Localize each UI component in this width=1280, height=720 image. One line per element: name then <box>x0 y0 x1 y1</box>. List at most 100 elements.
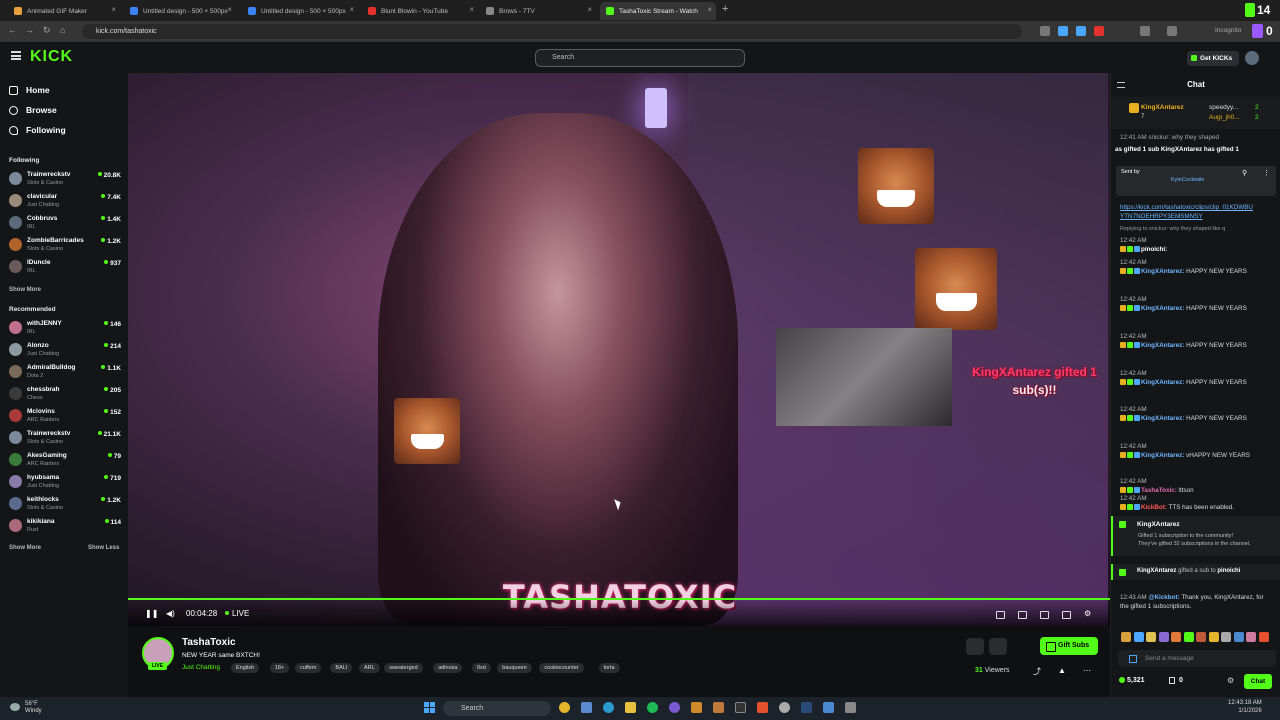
address-bar[interactable]: kick.com/tashatoxic <box>82 24 1022 39</box>
get-kicks-button[interactable]: Get KICKs <box>1187 51 1239 66</box>
show-less-button[interactable]: Show Less <box>88 545 119 551</box>
incognito-badge[interactable]: 0 <box>1252 23 1273 39</box>
follow-heart-button[interactable] <box>989 638 1007 655</box>
back-icon[interactable]: ← <box>8 25 17 35</box>
sidebar-channel-item[interactable]: ZombieBarricades Slots & Casino 1.2K <box>9 235 121 255</box>
browser-tab[interactable]: Untitled design - 500 × 500px × <box>242 2 358 20</box>
browser-tab[interactable]: Blunt Blowin - YouTube × <box>362 2 478 20</box>
sidebar-channel-item[interactable]: Trainwreckstv Slots & Casino 20.8K <box>9 169 121 189</box>
app-icon[interactable] <box>779 702 790 713</box>
app-icon[interactable] <box>581 702 592 713</box>
close-tab-icon[interactable]: × <box>707 5 712 14</box>
kick-logo[interactable]: KICK <box>30 48 73 66</box>
folder-icon[interactable] <box>625 702 636 713</box>
extension-icon[interactable] <box>1040 26 1050 36</box>
search-input[interactable]: Search <box>535 49 745 67</box>
emote-icon[interactable] <box>1258 632 1269 642</box>
pause-icon[interactable]: ❚❚ <box>145 609 158 618</box>
show-more-button[interactable]: Show More <box>9 287 41 293</box>
sidebar-item-following[interactable]: Following <box>9 125 66 135</box>
app-icon[interactable] <box>713 702 724 713</box>
fullscreen-icon[interactable] <box>1062 611 1071 619</box>
stream-tag[interactable]: torta <box>598 663 620 673</box>
sidebar-channel-item[interactable]: withJENNY IRL 146 <box>9 318 121 338</box>
streamer-name[interactable]: TashaToxic <box>182 637 236 648</box>
app-icon[interactable] <box>823 702 834 713</box>
stream-tag[interactable]: English <box>231 663 260 673</box>
message-username[interactable]: KingXAntarez: <box>1141 268 1184 275</box>
sidebar-channel-item[interactable]: clavicular Just Chatting 7.4K <box>9 191 121 211</box>
message-username[interactable]: KingXAntarez: <box>1141 415 1184 422</box>
sidebar-channel-item[interactable]: IDuncle IRL 937 <box>9 257 121 277</box>
chat-settings-icon[interactable]: ⚙ <box>1227 676 1234 685</box>
close-tab-icon[interactable]: × <box>469 5 474 14</box>
message-username[interactable]: KingXAntarez: <box>1141 379 1184 386</box>
avatar[interactable] <box>1245 51 1259 65</box>
emote-icon[interactable] <box>1158 632 1169 642</box>
chat-message-input[interactable]: Send a message <box>1118 650 1276 667</box>
spotify-icon[interactable] <box>647 702 658 713</box>
sidebar-channel-item[interactable]: kikikiana Rust 114 <box>9 516 121 536</box>
sidebar-channel-item[interactable]: AdmiralBulldog Dota 2 1.1K <box>9 362 121 382</box>
close-tab-icon[interactable]: × <box>587 5 592 14</box>
incognito-label[interactable]: Incognito <box>1215 27 1241 34</box>
system-clock[interactable]: 12:43:18 AM 1/1/2026 <box>1228 700 1262 716</box>
pin-icon[interactable]: ⚲ <box>1242 169 1247 177</box>
stream-tag[interactable]: BALI <box>330 663 353 673</box>
download-icon[interactable] <box>1167 26 1177 36</box>
extension-icon[interactable] <box>1140 26 1150 36</box>
sidebar-channel-item[interactable]: chessbrah Chess 205 <box>9 384 121 404</box>
stream-category[interactable]: Just Chatting <box>182 664 220 671</box>
brave-icon[interactable] <box>757 702 768 713</box>
gift-subs-button[interactable]: Gift Subs <box>1040 637 1098 655</box>
browser-tab-active[interactable]: TashaToxic Stream - Watch × <box>600 2 716 20</box>
more-icon[interactable]: ⋯ <box>1083 666 1091 675</box>
close-tab-icon[interactable]: × <box>111 5 116 14</box>
emote-icon[interactable] <box>1233 632 1244 642</box>
message-username[interactable]: KingXAntarez: <box>1141 452 1184 459</box>
sidebar-channel-item[interactable]: keithlocks Slots & Casino 1.2K <box>9 494 121 514</box>
taskbar-search[interactable]: Search <box>443 701 551 716</box>
close-tab-icon[interactable]: × <box>227 5 232 14</box>
extension-icon[interactable] <box>1076 26 1086 36</box>
emote-icon[interactable] <box>1171 632 1181 642</box>
stream-tag[interactable]: cuffem <box>295 663 322 673</box>
stream-tag[interactable]: bauqueen <box>497 663 532 673</box>
forward-icon[interactable]: → <box>25 25 34 35</box>
home-icon[interactable]: ⌂ <box>60 25 65 35</box>
pip-icon[interactable] <box>1040 611 1049 619</box>
new-tab-button[interactable]: + <box>722 3 728 15</box>
emote-icon[interactable] <box>1196 632 1206 642</box>
close-tab-icon[interactable]: × <box>349 5 354 14</box>
chat-send-button[interactable]: Chat <box>1244 674 1272 689</box>
show-more-button[interactable]: Show More <box>9 545 41 551</box>
edge-icon[interactable] <box>603 702 614 713</box>
emote-icon[interactable] <box>1208 632 1219 642</box>
share-icon[interactable]: ⤴ <box>1033 666 1041 677</box>
chat-link[interactable]: https://kick.com/tashatoxic/clips/clip_0… <box>1120 203 1272 221</box>
sidebar-item-home[interactable]: Home <box>9 85 50 95</box>
extension-icon[interactable] <box>1094 26 1104 36</box>
extension-icon[interactable] <box>1058 26 1068 36</box>
emote-picker-icon[interactable] <box>1129 655 1137 663</box>
report-icon[interactable]: ▲ <box>1058 666 1066 675</box>
sidebar-channel-item[interactable]: Alonzo Just Chatting 214 <box>9 340 121 360</box>
clip-icon[interactable] <box>996 611 1005 619</box>
weather-widget[interactable]: 58°F Windy <box>25 701 42 715</box>
emote-icon[interactable] <box>1221 632 1231 642</box>
start-icon[interactable] <box>424 702 435 713</box>
app-icon[interactable] <box>691 702 702 713</box>
theater-icon[interactable] <box>1018 611 1027 619</box>
message-username[interactable]: KickBot: <box>1141 504 1167 511</box>
browser-tab[interactable]: Animated GIF Maker × <box>8 2 120 20</box>
more-icon[interactable]: ⋮ <box>1263 169 1270 177</box>
browser-tab[interactable]: Brows - 7TV × <box>480 2 596 20</box>
stream-tag[interactable]: 18+ <box>269 663 290 673</box>
message-username[interactable]: KingXAntarez: <box>1141 342 1184 349</box>
emote-icon[interactable] <box>1146 632 1156 642</box>
sidebar-channel-item[interactable]: AkesGaming ARC Raiders 79 <box>9 450 121 470</box>
terminal-icon[interactable] <box>735 702 746 713</box>
chrome-icon[interactable] <box>559 702 570 713</box>
sidebar-channel-item[interactable]: Trainwreckstv Slots & Casino 21.1K <box>9 428 121 448</box>
video-player[interactable]: KingXAntarez gifted 1 sub(s)!! TASHATOXI… <box>128 73 1110 626</box>
